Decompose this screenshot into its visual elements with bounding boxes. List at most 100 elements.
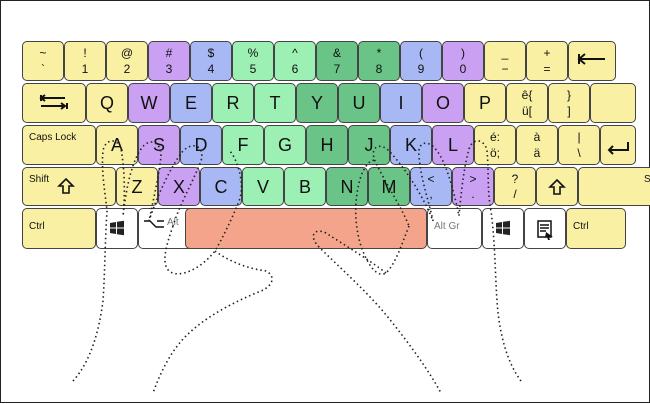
key-h-letter: H bbox=[320, 135, 334, 155]
key-shift-left-label: Shift bbox=[29, 174, 50, 185]
key-semicolon-base-label: ö; bbox=[489, 146, 500, 160]
key-8-shift-label: * bbox=[376, 46, 382, 60]
key-l[interactable]: L bbox=[432, 125, 474, 165]
tab-icon bbox=[23, 94, 85, 115]
key-t-letter: T bbox=[269, 93, 281, 113]
key-e-letter: E bbox=[184, 93, 197, 113]
key-9-base-label: 9 bbox=[417, 62, 425, 76]
key-quote-base-label: ä bbox=[533, 146, 541, 160]
key-j[interactable]: J bbox=[348, 125, 390, 165]
key-e[interactable]: E bbox=[170, 83, 212, 123]
key-3[interactable]: #3 bbox=[148, 41, 190, 81]
diagram-frame: ~ `! 1 @2 #3 $4% 5 ^ 6 & 7 * 8(9) 0 _ − + = Q W E R T Y U I O Pê{ü[… bbox=[0, 0, 650, 403]
key-f[interactable]: F bbox=[222, 125, 264, 165]
key-9[interactable]: (9 bbox=[400, 41, 442, 81]
windows-icon bbox=[483, 220, 523, 241]
key-backslash-base-label: \ bbox=[577, 146, 581, 160]
key-backspace[interactable] bbox=[568, 41, 616, 81]
key-slash[interactable]: ? / bbox=[494, 167, 536, 206]
key-x[interactable]: X bbox=[158, 167, 200, 206]
key-n[interactable]: N bbox=[326, 167, 368, 206]
key-9-shift-label: ( bbox=[419, 46, 423, 60]
key-t[interactable]: T bbox=[254, 83, 296, 123]
key-shift-right[interactable]: Shift bbox=[578, 167, 650, 206]
key-alt-gr-label: Alt Gr bbox=[434, 221, 460, 232]
key-a[interactable]: A bbox=[96, 125, 138, 165]
key-semicolon[interactable]: é: ö; bbox=[474, 125, 516, 165]
key-ctrl-right-label: Ctrl bbox=[573, 221, 589, 232]
key-r[interactable]: R bbox=[212, 83, 254, 123]
key-bracket-left[interactable]: ê{ü[ bbox=[506, 83, 548, 123]
key-f-letter: F bbox=[237, 135, 249, 155]
key-i-letter: I bbox=[398, 93, 404, 113]
key-semicolon-shift-label: é: bbox=[489, 130, 500, 144]
key-bracket-right[interactable]: }] bbox=[548, 83, 590, 123]
key-v[interactable]: V bbox=[242, 167, 284, 206]
key-period[interactable]: >. bbox=[452, 167, 494, 206]
key-enter[interactable] bbox=[600, 125, 636, 165]
key-z[interactable]: Z bbox=[116, 167, 158, 206]
key-h[interactable]: H bbox=[306, 125, 348, 165]
key-d[interactable]: D bbox=[180, 125, 222, 165]
key-8[interactable]: * 8 bbox=[358, 41, 400, 81]
key-tilde[interactable]: ~ ` bbox=[22, 41, 64, 81]
key-u[interactable]: U bbox=[338, 83, 380, 123]
key-quote-shift-label: à bbox=[533, 130, 541, 144]
key-6-base-label: 6 bbox=[291, 62, 299, 76]
key-k[interactable]: K bbox=[390, 125, 432, 165]
key-0[interactable]: ) 0 bbox=[442, 41, 484, 81]
key-o-letter: O bbox=[435, 93, 450, 113]
key-menu[interactable] bbox=[524, 208, 566, 249]
shift-icon bbox=[57, 177, 75, 200]
key-quote[interactable]: àä bbox=[516, 125, 558, 165]
key-g[interactable]: G bbox=[264, 125, 306, 165]
key-win-left[interactable] bbox=[96, 208, 138, 249]
key-comma-base-label: , bbox=[429, 187, 433, 201]
key-ctrl-right[interactable]: Ctrl bbox=[566, 208, 626, 249]
key-shift-up[interactable] bbox=[536, 167, 578, 206]
key-y[interactable]: Y bbox=[296, 83, 338, 123]
key-z-letter: Z bbox=[131, 176, 143, 197]
key-1-base-label: 1 bbox=[81, 62, 89, 76]
key-j-letter: J bbox=[364, 135, 374, 155]
key-enter-upper[interactable] bbox=[590, 83, 636, 123]
key-i[interactable]: I bbox=[380, 83, 422, 123]
key-win-right[interactable] bbox=[482, 208, 524, 249]
key-q[interactable]: Q bbox=[86, 83, 128, 123]
key-5[interactable]: % 5 bbox=[232, 41, 274, 81]
key-tab[interactable] bbox=[22, 83, 86, 123]
key-d-letter: D bbox=[194, 135, 208, 155]
key-backslash[interactable]: | \ bbox=[558, 125, 600, 165]
key-7-base-label: 7 bbox=[333, 62, 341, 76]
key-alt-gr[interactable]: Alt Gr bbox=[427, 208, 482, 249]
key-space[interactable] bbox=[185, 208, 427, 249]
key-m[interactable]: M bbox=[368, 167, 410, 206]
key-1[interactable]: ! 1 bbox=[64, 41, 106, 81]
backspace-icon bbox=[569, 52, 615, 70]
key-w[interactable]: W bbox=[128, 83, 170, 123]
key-7[interactable]: & 7 bbox=[316, 41, 358, 81]
key-shift-left[interactable]: Shift bbox=[22, 167, 116, 206]
key-6[interactable]: ^ 6 bbox=[274, 41, 316, 81]
key-tilde-shift-label: ~ bbox=[39, 46, 47, 60]
shift-icon bbox=[537, 178, 577, 201]
key-caps-lock[interactable]: Caps Lock bbox=[22, 125, 96, 165]
key-o[interactable]: O bbox=[422, 83, 464, 123]
key-c[interactable]: C bbox=[200, 167, 242, 206]
key-ctrl-left[interactable]: Ctrl bbox=[22, 208, 96, 249]
key-p[interactable]: P bbox=[464, 83, 506, 123]
key-minus[interactable]: _ − bbox=[484, 41, 526, 81]
key-b[interactable]: B bbox=[284, 167, 326, 206]
key-p-letter: P bbox=[478, 93, 491, 113]
key-comma[interactable]: <, bbox=[410, 167, 452, 206]
key-s[interactable]: S bbox=[138, 125, 180, 165]
key-2[interactable]: @2 bbox=[106, 41, 148, 81]
key-bracket-right-shift-label: } bbox=[566, 88, 571, 102]
key-s-letter: S bbox=[152, 135, 165, 155]
key-slash-base-label: / bbox=[513, 187, 517, 201]
key-1-shift-label: ! bbox=[83, 46, 87, 60]
key-4[interactable]: $4 bbox=[190, 41, 232, 81]
key-3-base-label: 3 bbox=[165, 62, 173, 76]
key-equals[interactable]: + = bbox=[526, 41, 568, 81]
enter-icon bbox=[601, 141, 635, 160]
